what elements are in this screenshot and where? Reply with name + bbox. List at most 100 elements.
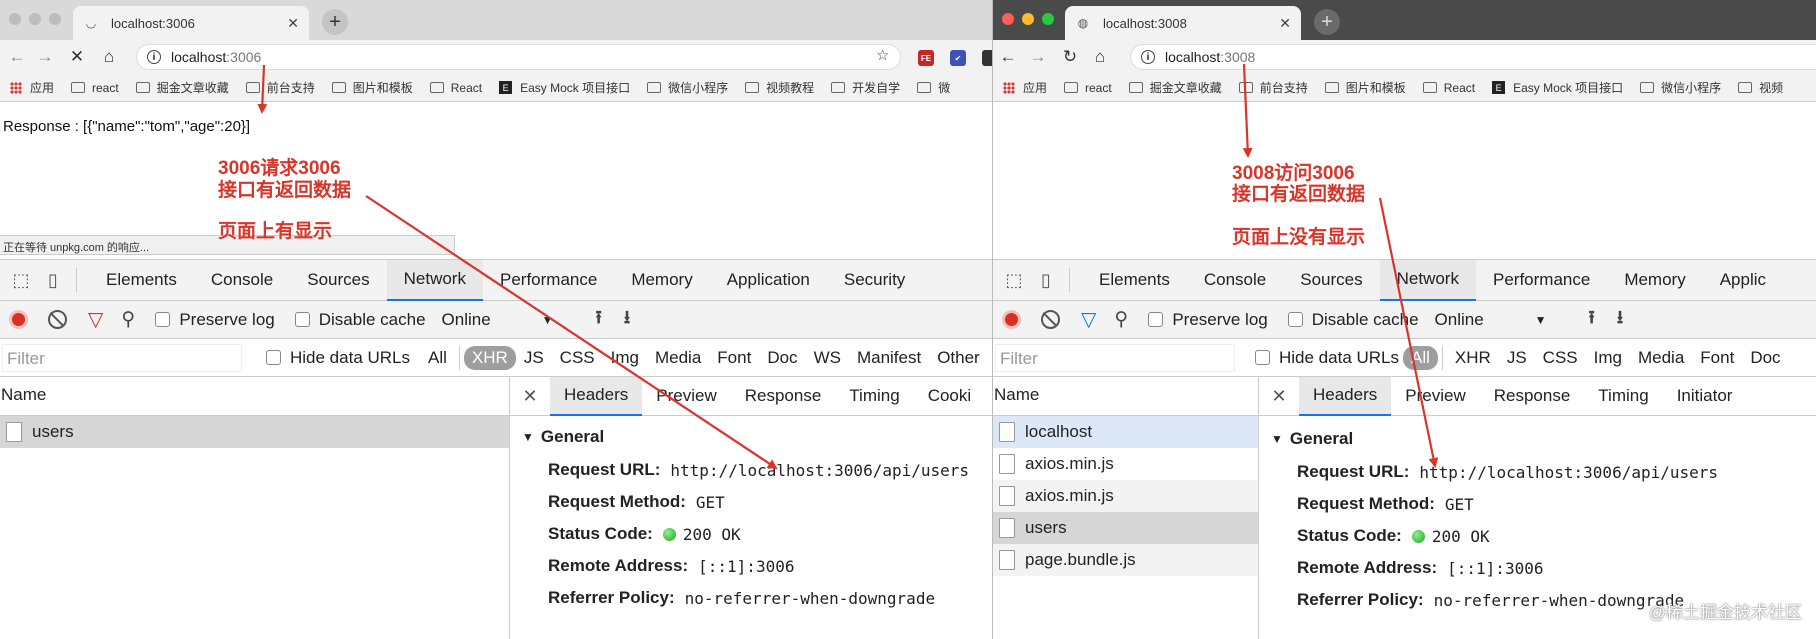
tab-elements[interactable]: Elements — [1082, 260, 1187, 301]
clear-icon[interactable] — [1041, 310, 1060, 329]
request-row[interactable]: users — [0, 416, 509, 448]
bookmark-folder[interactable]: 前台支持 — [1238, 79, 1308, 96]
disable-cache-checkbox[interactable]: Disable cache — [294, 310, 426, 330]
request-row[interactable]: axios.min.js — [993, 448, 1258, 480]
stop-icon[interactable]: ✕ — [64, 47, 90, 67]
bookmark-folder[interactable]: react — [1064, 81, 1112, 95]
tab-initiator[interactable]: Initiator — [1663, 377, 1747, 416]
import-har-icon[interactable]: ⭱ — [596, 305, 602, 335]
new-tab-button[interactable]: + — [1314, 9, 1340, 35]
tab-memory[interactable]: Memory — [614, 260, 709, 301]
tab-cookies[interactable]: Cooki — [914, 377, 985, 416]
forward-icon[interactable]: → — [32, 47, 58, 67]
record-button[interactable] — [9, 310, 28, 329]
search-icon[interactable]: ⚲ — [1114, 308, 1128, 331]
type-filter-manifest[interactable]: Manifest — [849, 346, 929, 370]
bookmark-folder[interactable]: 视频教程 — [745, 79, 814, 96]
zoom-window-button[interactable] — [1042, 13, 1054, 25]
type-filter-css[interactable]: CSS — [552, 346, 603, 370]
bookmark-folder[interactable]: 图片和模板 — [1324, 79, 1406, 96]
tab-console[interactable]: Console — [194, 260, 290, 301]
home-icon[interactable]: ⌂ — [1087, 47, 1113, 67]
type-filter-other[interactable]: Other — [929, 346, 988, 370]
type-filter-doc[interactable]: Doc — [1742, 346, 1788, 370]
bookmark-folder[interactable]: 微 — [917, 79, 950, 96]
filter-funnel-icon[interactable]: ▽ — [88, 307, 103, 332]
type-filter-ws[interactable]: WS — [806, 346, 849, 370]
bookmark-folder[interactable]: 微信小程序 — [647, 79, 728, 96]
bookmark-folder[interactable]: 掘金文章收藏 — [135, 79, 229, 96]
record-button[interactable] — [1002, 310, 1021, 329]
close-details-icon[interactable]: ✕ — [510, 386, 550, 407]
bookmark-folder[interactable]: 开发自学 — [831, 79, 900, 96]
checkbox[interactable] — [1255, 350, 1270, 365]
tab-preview[interactable]: Preview — [1391, 377, 1479, 416]
browser-tab[interactable]: ◍ localhost:3008 ✕ — [1065, 6, 1301, 40]
general-section-toggle[interactable]: ▼ General — [1259, 422, 1816, 456]
browser-tab[interactable]: ◡ localhost:3006 ✕ — [73, 6, 309, 40]
checkbox[interactable] — [1148, 312, 1164, 327]
close-window-button[interactable] — [9, 13, 21, 25]
tab-sources[interactable]: Sources — [1283, 260, 1379, 301]
back-icon[interactable]: ← — [995, 47, 1021, 67]
new-tab-button[interactable]: + — [322, 9, 348, 35]
throttling-select[interactable]: Online ▼ — [442, 310, 554, 330]
close-tab-icon[interactable]: ✕ — [287, 15, 299, 32]
tab-performance[interactable]: Performance — [483, 260, 614, 301]
name-column-header[interactable]: Name — [0, 377, 509, 416]
checkbox[interactable] — [266, 350, 281, 365]
extension-fe-icon[interactable]: FE — [918, 50, 934, 66]
bookmark-folder[interactable]: React — [429, 81, 482, 95]
bookmark-star-icon[interactable]: ☆ — [876, 46, 889, 64]
preserve-log-checkbox[interactable]: Preserve log — [155, 310, 275, 330]
tab-elements[interactable]: Elements — [89, 260, 194, 301]
reload-icon[interactable]: ↻ — [1057, 47, 1083, 67]
filter-input[interactable]: Filter — [2, 343, 242, 372]
name-column-header[interactable]: Name — [993, 377, 1258, 416]
search-icon[interactable]: ⚲ — [121, 308, 135, 331]
info-icon[interactable]: i — [147, 50, 161, 64]
type-filter-img[interactable]: Img — [1586, 346, 1630, 370]
request-row[interactable]: localhost — [993, 416, 1258, 448]
bookmark-folder[interactable]: react — [71, 81, 119, 95]
clear-icon[interactable] — [48, 310, 67, 329]
filter-funnel-icon[interactable]: ▽ — [1081, 307, 1096, 332]
bookmark-easymock[interactable]: E Easy Mock 项目接口 — [499, 79, 630, 96]
hide-data-urls-checkbox[interactable]: Hide data URLs — [1255, 348, 1399, 368]
bookmark-folder[interactable]: React — [1422, 81, 1475, 95]
inspect-icon[interactable]: ⬚ — [10, 269, 32, 291]
throttling-select[interactable]: Online ▼ — [1435, 310, 1547, 330]
type-filter-media[interactable]: Media — [1630, 346, 1692, 370]
checkbox[interactable] — [155, 312, 171, 327]
tab-sources[interactable]: Sources — [290, 260, 386, 301]
bookmark-apps[interactable]: 应用 — [1003, 79, 1047, 96]
tab-application[interactable]: Application — [710, 260, 827, 301]
request-row[interactable]: page.bundle.js — [993, 544, 1258, 576]
tab-timing[interactable]: Timing — [835, 377, 913, 416]
minimize-window-button[interactable] — [1022, 13, 1034, 25]
close-tab-icon[interactable]: ✕ — [1279, 15, 1291, 32]
bookmark-easymock[interactable]: E Easy Mock 项目接口 — [1492, 79, 1623, 96]
tab-headers[interactable]: Headers — [1299, 376, 1392, 416]
minimize-window-button[interactable] — [29, 13, 41, 25]
type-filter-all[interactable]: All — [420, 346, 455, 370]
close-window-button[interactable] — [1002, 13, 1014, 25]
type-filter-js[interactable]: JS — [1499, 346, 1535, 370]
type-filter-img[interactable]: Img — [603, 346, 647, 370]
preserve-log-checkbox[interactable]: Preserve log — [1148, 310, 1268, 330]
tab-performance[interactable]: Performance — [1476, 260, 1607, 301]
tab-timing[interactable]: Timing — [1584, 377, 1662, 416]
type-filter-doc[interactable]: Doc — [759, 346, 805, 370]
address-bar[interactable]: i localhost:3008 — [1130, 44, 1816, 70]
tab-security[interactable]: Security — [827, 260, 922, 301]
filter-input[interactable]: Filter — [995, 343, 1235, 372]
inspect-icon[interactable]: ⬚ — [1003, 269, 1025, 291]
tab-console[interactable]: Console — [1187, 260, 1283, 301]
close-details-icon[interactable]: ✕ — [1259, 386, 1299, 407]
type-filter-xhr[interactable]: XHR — [1447, 346, 1499, 370]
hide-data-urls-checkbox[interactable]: Hide data URLs — [266, 348, 410, 368]
type-filter-css[interactable]: CSS — [1535, 346, 1586, 370]
info-icon[interactable]: i — [1141, 50, 1155, 64]
bookmark-folder[interactable]: 前台支持 — [245, 79, 315, 96]
extension-check-icon[interactable]: ✔ — [950, 50, 966, 66]
